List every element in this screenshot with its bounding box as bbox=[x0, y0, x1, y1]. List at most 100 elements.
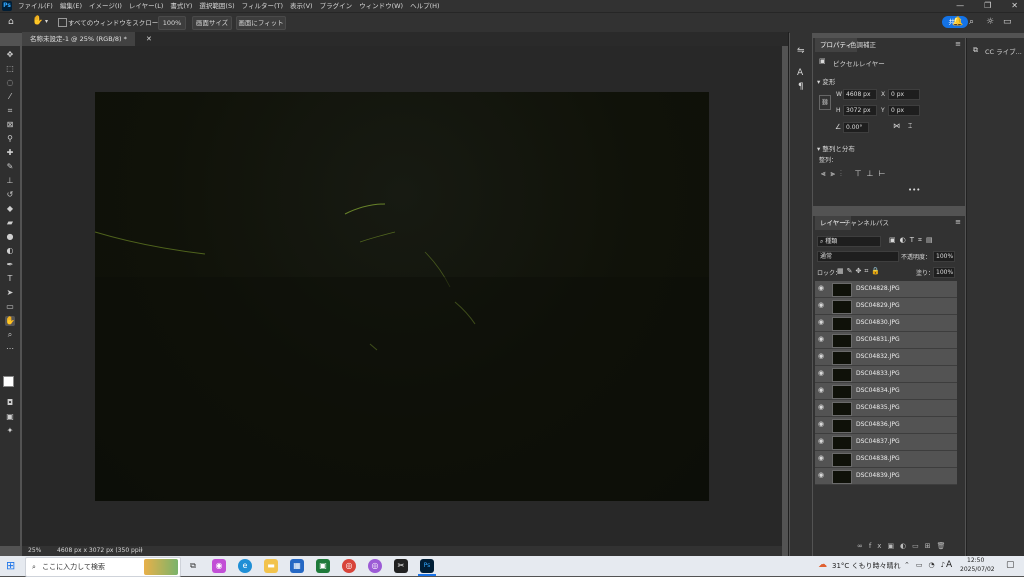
layer-row[interactable]: ◉ DSC04834.JPG bbox=[815, 383, 957, 400]
layer-row[interactable]: ◉ DSC04836.JPG bbox=[815, 417, 957, 434]
close-button[interactable]: ✕ bbox=[1011, 0, 1018, 12]
link-icon[interactable]: ⛓ bbox=[819, 95, 831, 110]
layer-row[interactable]: ◉ DSC04831.JPG bbox=[815, 332, 957, 349]
tab-adjustments[interactable]: 色調補正 bbox=[845, 38, 881, 52]
paint-bucket-tool-icon[interactable]: ▰ bbox=[5, 218, 15, 228]
paragraph-panel-icon[interactable]: ¶ bbox=[798, 82, 804, 92]
zoom-tool-icon[interactable]: ⌕ bbox=[5, 330, 15, 340]
healing-brush-tool-icon[interactable]: ✚ bbox=[5, 148, 15, 158]
menu-select[interactable]: 選択範囲(S) bbox=[199, 0, 234, 12]
close-tab-icon[interactable]: ✕ bbox=[146, 35, 152, 43]
clock-date[interactable]: 2025/07/02 bbox=[960, 566, 995, 573]
rectangle-tool-icon[interactable]: ▭ bbox=[5, 302, 15, 312]
screen-mode-icon[interactable]: ▣ bbox=[5, 412, 15, 422]
store-icon[interactable]: ▦ bbox=[290, 559, 304, 573]
hand-tool-icon[interactable]: ✋ bbox=[32, 16, 43, 26]
chrome-browser-icon[interactable]: ◎ bbox=[342, 559, 356, 573]
lasso-tool-icon[interactable]: ◌ bbox=[5, 78, 15, 88]
libraries-icon[interactable]: ⧉ bbox=[973, 46, 978, 55]
home-icon[interactable]: ⌂ bbox=[8, 17, 14, 27]
taskbar-search-box[interactable]: ⌕ ここに入力して検索 bbox=[25, 557, 181, 577]
type-tool-icon[interactable]: T bbox=[5, 274, 15, 284]
visibility-eye-icon[interactable]: ◉ bbox=[818, 386, 824, 394]
task-view-icon[interactable]: ⧉ bbox=[186, 559, 200, 573]
layer-row[interactable]: ◉ DSC04830.JPG bbox=[815, 315, 957, 332]
visibility-eye-icon[interactable]: ◉ bbox=[818, 301, 824, 309]
layer-actions-icons[interactable]: ∞fx▣◐▭⊞🗑 bbox=[857, 542, 952, 550]
y-field[interactable]: 0 px bbox=[888, 105, 920, 116]
tab-paths[interactable]: パス bbox=[871, 216, 894, 230]
visibility-eye-icon[interactable]: ◉ bbox=[818, 403, 824, 411]
properties-panel-icon[interactable]: ⇋ bbox=[797, 46, 805, 56]
visibility-eye-icon[interactable]: ◉ bbox=[818, 284, 824, 292]
panel-menu-icon[interactable]: ≡ bbox=[955, 40, 961, 48]
layer-row[interactable]: ◉ DSC04832.JPG bbox=[815, 349, 957, 366]
visibility-eye-icon[interactable]: ◉ bbox=[818, 318, 824, 326]
layer-kind-filter[interactable]: ⌕ 種類 bbox=[817, 236, 881, 247]
visibility-eye-icon[interactable]: ◉ bbox=[818, 335, 824, 343]
scroll-all-checkbox[interactable] bbox=[58, 18, 67, 27]
notifications-icon[interactable]: 🔔 bbox=[952, 17, 963, 27]
app-icon[interactable]: ▣ bbox=[316, 559, 330, 573]
edge-browser-icon[interactable]: e bbox=[238, 559, 252, 573]
menu-layer[interactable]: レイヤー(L) bbox=[129, 0, 164, 12]
notification-center-icon[interactable]: ▢ bbox=[1006, 560, 1015, 570]
foreground-color-swatch[interactable] bbox=[3, 376, 14, 387]
opacity-field[interactable]: 100% bbox=[933, 251, 955, 262]
layer-row[interactable]: ◉ DSC04828.JPG bbox=[815, 281, 957, 298]
angle-field[interactable]: 0.00° bbox=[843, 122, 869, 133]
align-buttons-icon[interactable]: ⫷⫸⫶ ⊤⊥⊢ bbox=[821, 169, 890, 179]
frame-tool-icon[interactable]: ⊠ bbox=[5, 120, 15, 130]
clone-stamp-tool-icon[interactable]: ⊥ bbox=[5, 176, 15, 186]
eyedropper-tool-icon[interactable]: ⚲ bbox=[5, 134, 15, 144]
fit-screen-size-button[interactable]: 画面サイズ bbox=[192, 16, 232, 30]
visibility-eye-icon[interactable]: ◉ bbox=[818, 369, 824, 377]
menu-view[interactable]: 表示(V) bbox=[290, 0, 313, 12]
document-tab[interactable]: 名称未設定-1 @ 25% (RGB/8) * bbox=[22, 32, 135, 46]
align-section-title[interactable]: ▾ 整列と分布 bbox=[817, 143, 855, 153]
layer-row[interactable]: ◉ DSC04839.JPG bbox=[815, 468, 957, 485]
menu-plugins[interactable]: プラグイン bbox=[320, 0, 353, 12]
hand-tool-icon-active[interactable]: ✋ bbox=[5, 316, 15, 326]
maximize-button[interactable]: ❐ bbox=[984, 0, 991, 12]
layer-row[interactable]: ◉ DSC04829.JPG bbox=[815, 298, 957, 315]
move-tool-icon[interactable]: ✥ bbox=[5, 50, 15, 60]
path-select-tool-icon[interactable]: ➤ bbox=[5, 288, 15, 298]
zoom-level[interactable]: 25% bbox=[28, 546, 41, 556]
photoshop-taskbar-icon[interactable]: Ps bbox=[420, 559, 434, 573]
brush-tool-icon[interactable]: ✎ bbox=[5, 162, 15, 172]
minimize-button[interactable]: — bbox=[956, 0, 964, 12]
windows-start-icon[interactable]: ⊞ bbox=[6, 560, 15, 572]
browser-icon[interactable]: ◎ bbox=[368, 559, 382, 573]
menu-help[interactable]: ヘルプ(H) bbox=[410, 0, 439, 12]
visibility-eye-icon[interactable]: ◉ bbox=[818, 420, 824, 428]
quick-mask-icon[interactable]: ◘ bbox=[5, 398, 15, 408]
file-explorer-icon[interactable]: ▬ bbox=[264, 559, 278, 573]
lock-icons[interactable]: ▦✎✥⌗🔒 bbox=[837, 267, 883, 276]
flip-horizontal-icon[interactable]: ⋈ bbox=[893, 122, 900, 130]
visibility-eye-icon[interactable]: ◉ bbox=[818, 352, 824, 360]
fill-field[interactable]: 100% bbox=[933, 267, 955, 278]
chevron-down-icon[interactable]: ▾ bbox=[45, 18, 48, 25]
zoom-100-button[interactable]: 100% bbox=[158, 16, 186, 30]
artboard-tool-icon[interactable]: ⬚ bbox=[5, 64, 15, 74]
menu-filter[interactable]: フィルター(T) bbox=[242, 0, 283, 12]
layer-row[interactable]: ◉ DSC04833.JPG bbox=[815, 366, 957, 383]
ime-indicator[interactable]: A bbox=[946, 560, 952, 570]
photoshop-app-icon[interactable]: Ps bbox=[2, 1, 12, 11]
weather-text[interactable]: 31°C くもり時々晴れ bbox=[832, 561, 901, 571]
character-panel-icon[interactable]: A bbox=[797, 68, 803, 78]
object-select-tool-icon[interactable]: ⁄ bbox=[5, 92, 15, 102]
menu-type[interactable]: 書式(Y) bbox=[170, 0, 192, 12]
transform-section-title[interactable]: ▾ 変形 bbox=[817, 76, 835, 86]
filter-icons[interactable]: ▣◐T⌗▤ bbox=[889, 236, 937, 245]
crop-tool-icon[interactable]: ⌗ bbox=[5, 106, 15, 116]
search-icon[interactable]: ⌕ bbox=[969, 17, 974, 27]
menu-image[interactable]: イメージ(I) bbox=[89, 0, 122, 12]
layer-row[interactable]: ◉ DSC04837.JPG bbox=[815, 434, 957, 451]
visibility-eye-icon[interactable]: ◉ bbox=[818, 471, 824, 479]
blur-tool-icon[interactable]: ● bbox=[5, 232, 15, 242]
more-options-button[interactable]: ••• bbox=[908, 186, 920, 194]
system-tray-icons[interactable]: ⌃▭◔♪ bbox=[904, 561, 951, 569]
copilot-icon[interactable]: ◉ bbox=[212, 559, 226, 573]
